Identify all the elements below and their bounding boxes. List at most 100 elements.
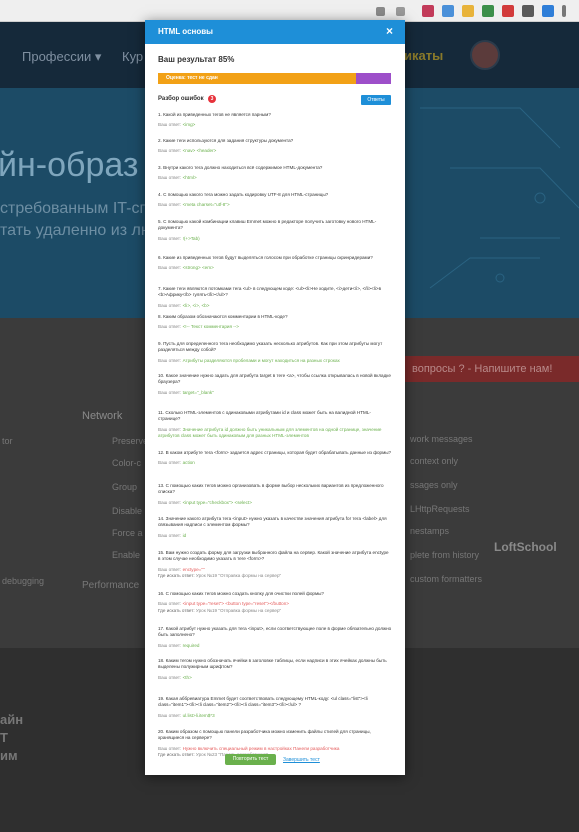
your-answer-value: enctype="" (182, 566, 205, 572)
question-item: 13. С помощью каких тегов можно организо… (158, 483, 392, 506)
your-answer-value: <html> (182, 175, 197, 181)
your-answer-label: Ваш ответ: (158, 460, 182, 466)
extension-icon-6[interactable] (522, 5, 534, 17)
your-answer: Ваш ответ: <!-- Текст комментария --> (158, 324, 392, 330)
your-answer-label: Ваш ответ: (158, 499, 182, 505)
your-answer-label: Ваш ответ: (158, 175, 182, 181)
question-item: 18. Каким тегом нужно обозначать ячейки … (158, 658, 392, 681)
question-body: Какие теги используются для задания стру… (163, 138, 294, 143)
question-text: 13. С помощью каких тегов можно организо… (158, 483, 392, 496)
devtools-option: tor (2, 436, 13, 446)
devtools-option[interactable]: Color-c (112, 458, 141, 468)
devtools-option[interactable]: custom formatters (410, 574, 482, 584)
question-number: 7. (158, 286, 162, 291)
question-body: С помощью какого тега можно задать кодир… (163, 192, 329, 197)
question-text: 18. Каким тегом нужно обозначать ячейки … (158, 658, 392, 671)
question-text: 2. Какие теги используются для задания с… (158, 138, 392, 144)
extension-icon-1[interactable] (422, 5, 434, 17)
menu-icon[interactable] (562, 5, 566, 17)
devtools-option[interactable]: Group (112, 482, 137, 492)
devtools-option[interactable]: context only (410, 456, 458, 466)
devtools-option[interactable]: Preserve (112, 436, 148, 446)
where-to-look-value[interactable]: Урок №19 "Отправка формы на сервер" (196, 573, 281, 578)
close-icon[interactable]: × (386, 24, 393, 38)
your-answer: Ваш ответ: required (158, 643, 392, 649)
devtools-option[interactable]: Force a (112, 528, 143, 538)
question-item: 6. Какие из приведенных тегов будут выде… (158, 255, 392, 272)
nav-certificates[interactable]: икаты (404, 48, 443, 63)
extension-icon-4[interactable] (482, 5, 494, 17)
question-number: 19. (158, 696, 165, 701)
question-number: 4. (158, 192, 162, 197)
question-body: С помощью какой комбинации клавиш Emmet … (158, 219, 377, 231)
finish-test-link[interactable]: Завершить тест (283, 757, 320, 763)
retry-test-button[interactable]: Повторить тест (225, 754, 276, 765)
progress-label: Оценка: тест не сдан (166, 75, 218, 81)
your-answer-label: Ваш ответ: (158, 235, 182, 241)
network-heading: Network (82, 410, 123, 422)
nav-courses[interactable]: Кур (122, 49, 143, 64)
question-item: 2. Какие теги используются для задания с… (158, 138, 392, 155)
your-answer: Ваш ответ: <img> (158, 122, 392, 128)
devtools-option[interactable]: Disable (112, 506, 142, 516)
devtools-option[interactable]: Enable (112, 550, 140, 560)
where-to-look-label: Где искать ответ: (158, 572, 195, 578)
question-text: 15. Вам нужно создать форму для загрузки… (158, 550, 392, 563)
your-answer-label: Ваш ответ: (158, 642, 182, 648)
devtools-option[interactable]: LHttpRequests (410, 504, 470, 514)
your-answer: Ваш ответ: <html> (158, 175, 392, 181)
extension-icon-2[interactable] (442, 5, 454, 17)
devtools-option[interactable]: nestamps (410, 526, 449, 536)
your-answer-value: <li>, <i>, <b> (182, 302, 210, 308)
promo-banner[interactable]: вопросы ? - Напишите нам! (404, 356, 579, 382)
your-answer-label: Ваш ответ: (158, 601, 182, 607)
question-body: Какая аббревиатура Emmet будет соответст… (158, 696, 368, 708)
question-text: 19. Какая аббревиатура Emmet будет соотв… (158, 696, 392, 709)
extension-icon-3[interactable] (462, 5, 474, 17)
your-answer: Ваш ответ: <input type="checkbox"> <sele… (158, 500, 392, 506)
browser-toolbar (0, 0, 579, 22)
question-item: 16. С помощью каких тегов можно создать … (158, 591, 392, 614)
your-answer-value: !(+>Tab) (182, 235, 200, 241)
question-text: 1. Какой из приведенных тегов не являетс… (158, 112, 392, 118)
question-text: 9. Пусть для определенного тега необходи… (158, 341, 392, 354)
question-body: С помощью каких тегов можно организовать… (158, 483, 384, 495)
your-answer-value: target="_blank" (182, 389, 214, 395)
question-item: 7. Какие теги являются потомками тега <u… (158, 286, 392, 309)
where-to-look-value[interactable]: Урок №19 "Отправка формы на сервер" (196, 608, 281, 613)
question-number: 20. (158, 729, 165, 734)
answers-button[interactable]: Ответы (361, 95, 391, 105)
your-answer-value: ul.list>li.item$*3 (182, 712, 215, 718)
your-answer-value: <th> (182, 674, 192, 680)
extension-icon-5[interactable] (502, 5, 514, 17)
question-text: 14. Значение какого атрибута тега <input… (158, 516, 392, 529)
nav-professions[interactable]: Профессии ▾ (22, 49, 101, 65)
your-answer-label: Ваш ответ: (158, 712, 182, 718)
hero-subtitle-1: стребованным IT-спе (0, 200, 158, 217)
your-answer-label: Ваш ответ: (158, 302, 182, 308)
question-number: 8. (158, 314, 162, 319)
question-item: 15. Вам нужно создать форму для загрузки… (158, 550, 392, 579)
avatar[interactable] (470, 40, 500, 70)
key-icon[interactable] (376, 7, 385, 16)
your-answer-value: <meta charset="utf-8"> (182, 202, 230, 208)
question-text: 12. В каком атрибуте тега <form> задаетс… (158, 450, 392, 456)
where-to-look: Где искать ответ: Урок №19 "Отправка фор… (158, 573, 392, 579)
question-item: 17. Какой атрибут нужно указать для тега… (158, 626, 392, 649)
your-answer-value: <nav> <header> (182, 148, 217, 154)
devtools-option[interactable]: plete from history (410, 550, 479, 560)
bottom-text: Т (0, 730, 8, 745)
question-number: 1. (158, 112, 162, 117)
question-number: 16. (158, 591, 165, 596)
result-heading: Ваш результат 85% (158, 55, 235, 64)
devtools-option[interactable]: work messages (410, 434, 473, 444)
question-number: 5. (158, 219, 162, 224)
modal-header: HTML основы × (145, 20, 405, 44)
your-answer: Ваш ответ: !(+>Tab) (158, 236, 392, 242)
question-number: 13. (158, 483, 165, 488)
extension-icon-7[interactable] (542, 5, 554, 17)
star-icon[interactable] (396, 7, 405, 16)
your-answer-value: Значение атрибута id должно быть уникаль… (158, 426, 382, 438)
devtools-option[interactable]: ssages only (410, 480, 458, 490)
your-answer-label: Ваш ответ: (158, 389, 182, 395)
